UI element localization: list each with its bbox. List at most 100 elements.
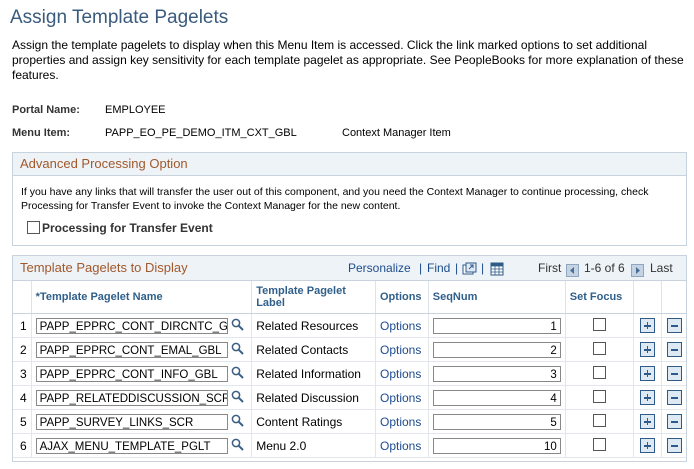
table-row: 1 PAPP_EPPRC_CONT_DIRCNTC_GBL Related Reso…	[13, 313, 686, 338]
row-number: 1	[13, 313, 32, 338]
delete-row-icon[interactable]	[666, 342, 682, 358]
first-label: First	[538, 261, 562, 275]
seqnum-cell: 10	[428, 433, 566, 458]
set-focus-cell	[565, 313, 634, 338]
table-row: 3 PAPP_EPPRC_CONT_INFO_GBL Related Informa…	[13, 361, 686, 386]
options-link[interactable]: Options	[375, 385, 429, 410]
lookup-icon[interactable]	[231, 318, 244, 334]
lookup-icon[interactable]	[231, 390, 244, 406]
delete-row-icon[interactable]	[666, 390, 682, 406]
row-number: 5	[13, 409, 32, 434]
pagelet-name-input[interactable]: PAPP_EPPRC_CONT_INFO_GBL	[35, 365, 228, 382]
set-focus-checkbox[interactable]	[592, 437, 606, 451]
table-header-row: *Template Pagelet Name Template Pagelet …	[13, 281, 686, 314]
pagelet-name-input[interactable]: AJAX_MENU_TEMPLATE_PGLT	[35, 437, 228, 454]
add-row-icon[interactable]	[639, 342, 655, 358]
processing-transfer-label[interactable]: Processing for Transfer Event	[42, 221, 213, 235]
pagelet-name-input[interactable]: PAPP_RELATEDDISCUSSION_SCR	[35, 389, 228, 406]
delete-row-icon[interactable]	[666, 366, 682, 382]
pagelet-label-cell: Related Resources	[251, 313, 376, 338]
set-focus-checkbox[interactable]	[592, 389, 606, 403]
add-cell	[633, 433, 663, 458]
set-focus-checkbox[interactable]	[592, 341, 606, 355]
row-number: 6	[13, 433, 32, 458]
template-pagelets-grid: Template Pagelets to Display Personalize…	[12, 255, 687, 462]
seqnum-input[interactable]: 3	[432, 365, 561, 382]
pagelet-name-input[interactable]: PAPP_EPPRC_CONT_DIRCNTC_GBL	[35, 317, 228, 334]
options-link[interactable]: Options	[375, 337, 429, 362]
row-number: 3	[13, 361, 32, 386]
pagelets-table: *Template Pagelet Name Template Pagelet …	[13, 281, 686, 458]
delete-cell	[661, 337, 686, 362]
menu-item-value: PAPP_EO_PE_DEMO_ITM_CXT_GBL	[105, 127, 297, 139]
set-focus-cell	[565, 361, 634, 386]
grid-header-bar: Template Pagelets to Display Personalize…	[13, 256, 686, 281]
pagelet-name-header[interactable]: *Template Pagelet Name	[31, 281, 253, 314]
pagelet-label-header[interactable]: Template Pagelet Label	[251, 281, 376, 314]
seqnum-input[interactable]: 1	[432, 317, 561, 334]
pagelet-name-input[interactable]: PAPP_EPPRC_CONT_EMAL_GBL	[35, 341, 228, 358]
seqnum-input[interactable]: 2	[432, 341, 561, 358]
pagelet-name-cell: PAPP_EPPRC_CONT_DIRCNTC_GBL	[31, 313, 253, 338]
seqnum-input[interactable]: 5	[432, 413, 561, 430]
table-row: 6 AJAX_MENU_TEMPLATE_PGLT Menu 2.0 Options 1…	[13, 433, 686, 458]
pagelet-label-cell: Related Contacts	[251, 337, 376, 362]
options-link[interactable]: Options	[375, 313, 429, 338]
pagelet-name-cell: PAPP_EPPRC_CONT_INFO_GBL	[31, 361, 253, 386]
table-row: 2 PAPP_EPPRC_CONT_EMAL_GBL Related Contact…	[13, 337, 686, 362]
pagelet-name-input[interactable]: PAPP_SURVEY_LINKS_SCR	[35, 413, 228, 430]
delete-cell	[661, 433, 686, 458]
delete-cell	[661, 361, 686, 386]
grid-title: Template Pagelets to Display	[20, 260, 188, 275]
rownum-header	[13, 281, 32, 314]
add-row-icon[interactable]	[639, 414, 655, 430]
add-header	[633, 281, 663, 314]
delete-row-icon[interactable]	[666, 318, 682, 334]
options-link[interactable]: Options	[375, 361, 429, 386]
seqnum-header[interactable]: SeqNum	[428, 281, 566, 314]
seqnum-input[interactable]: 10	[432, 437, 561, 454]
seqnum-cell: 2	[428, 337, 566, 362]
delete-cell	[661, 313, 686, 338]
set-focus-header[interactable]: Set Focus	[565, 281, 634, 314]
set-focus-checkbox[interactable]	[592, 317, 606, 331]
add-row-icon[interactable]	[639, 366, 655, 382]
options-header: Options	[375, 281, 429, 314]
delete-row-icon[interactable]	[666, 414, 682, 430]
seqnum-cell: 5	[428, 409, 566, 434]
table-row: 4 PAPP_RELATEDDISCUSSION_SCR Related Discu…	[13, 385, 686, 410]
add-cell	[633, 313, 663, 338]
set-focus-cell	[565, 337, 634, 362]
lookup-icon[interactable]	[231, 366, 244, 382]
add-cell	[633, 361, 663, 386]
separator: |	[455, 261, 459, 275]
pagelet-label-cell: Menu 2.0	[251, 433, 376, 458]
add-row-icon[interactable]	[639, 438, 655, 454]
lookup-icon[interactable]	[231, 438, 244, 454]
lookup-icon[interactable]	[231, 342, 244, 358]
set-focus-cell	[565, 409, 634, 434]
row-range: 1-6 of 6	[584, 261, 625, 275]
advanced-processing-text: If you have any links that will transfer…	[21, 186, 649, 212]
add-row-icon[interactable]	[639, 390, 655, 406]
seqnum-input[interactable]: 4	[432, 389, 561, 406]
delete-cell	[661, 385, 686, 410]
pagelet-name-cell: PAPP_EPPRC_CONT_EMAL_GBL	[31, 337, 253, 362]
pagelet-name-cell: PAPP_SURVEY_LINKS_SCR	[31, 409, 253, 434]
find-link[interactable]: Find	[427, 256, 450, 280]
personalize-link[interactable]: Personalize	[348, 256, 411, 280]
options-link[interactable]: Options	[375, 409, 429, 434]
seqnum-cell: 1	[428, 313, 566, 338]
delete-row-icon[interactable]	[666, 438, 682, 454]
options-link[interactable]: Options	[375, 433, 429, 458]
pagelet-name-cell: AJAX_MENU_TEMPLATE_PGLT	[31, 433, 253, 458]
set-focus-checkbox[interactable]	[592, 413, 606, 427]
pagelet-label-cell: Related Discussion	[251, 385, 376, 410]
add-row-icon[interactable]	[639, 318, 655, 334]
add-cell	[633, 385, 663, 410]
set-focus-checkbox[interactable]	[592, 365, 606, 379]
separator: |	[481, 261, 485, 275]
lookup-icon[interactable]	[231, 414, 244, 430]
processing-transfer-checkbox[interactable]	[27, 221, 40, 234]
advanced-processing-panel: Advanced Processing Option If you have a…	[12, 152, 687, 246]
